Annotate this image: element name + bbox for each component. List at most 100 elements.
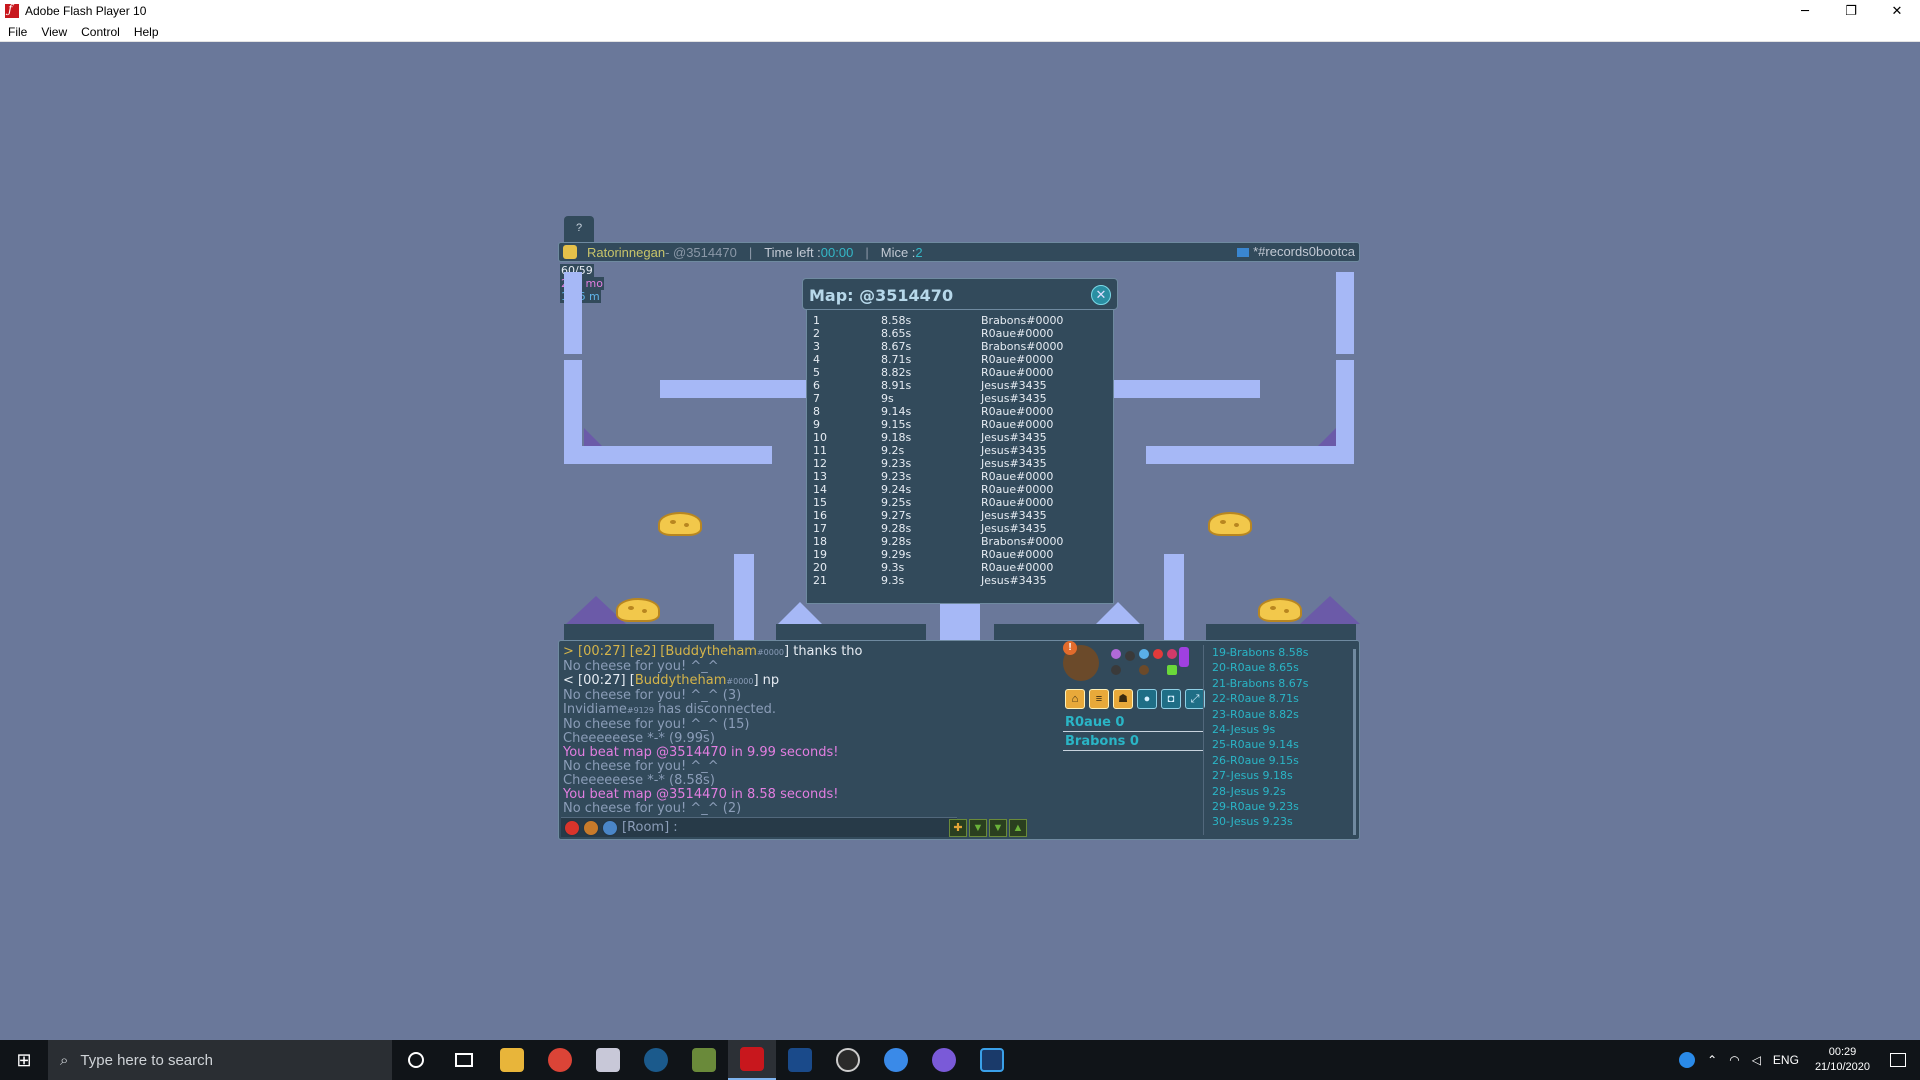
list-icon[interactable]: ≡ [1089,689,1109,709]
score-entry: 30-Jesus 9.23s [1212,815,1293,829]
record-time: 9.27s [881,509,912,522]
chat-icon[interactable]: ● [1137,689,1157,709]
tribe-icon[interactable]: ☗ [1113,689,1133,709]
arrow-down-icon[interactable]: ▼ [969,819,987,837]
app-16-icon[interactable] [776,1040,824,1080]
time-left-label: Time left : [764,244,821,260]
platform [1164,554,1184,640]
chat-message: No cheese for you! ^_^ [563,760,1053,774]
record-rank: 8 [813,405,820,418]
app-v-icon[interactable] [968,1040,1016,1080]
fullscreen-icon[interactable]: ⤢ [1185,689,1205,709]
cheese-icon [1258,598,1302,622]
record-row: 6 8.91s Jesus#3435 [813,379,1113,392]
record-time: 9.28s [881,522,912,535]
clock[interactable]: 00:29 21/10/2020 [1815,1045,1870,1075]
help-icon[interactable] [1679,1052,1696,1068]
app-icon[interactable] [584,1040,632,1080]
plus-icon [1167,665,1177,675]
platform [660,380,806,398]
window-title: Adobe Flash Player 10 [25,4,147,18]
menu-bar: File View Control Help [0,22,1920,42]
chat-text: You beat map @3514470 in 9.99 seconds! [563,745,839,760]
score-entry: 26-R0aue 9.15s [1212,753,1299,767]
record-player: R0aue#0000 [981,470,1054,483]
chat-text: ] thanks tho [784,644,863,659]
record-time: 9.25s [881,496,912,509]
notification-icon[interactable] [1890,1053,1906,1067]
home-icon[interactable] [602,819,618,836]
close-button[interactable]: ✕ [1874,0,1920,22]
record-rank: 18 [813,535,827,548]
chat-input[interactable]: [Room] : [622,820,678,835]
item-icon [1167,649,1177,659]
taskbar-search[interactable]: ⌕ Type here to search [48,1040,392,1080]
chat-text: No cheese for you! ^_^ [563,759,719,774]
file-explorer-icon[interactable] [488,1040,536,1080]
map-creator[interactable]: Ratorinnegan [587,245,665,260]
ramp [1318,428,1336,446]
team-score: Brabons 0 [1063,734,1203,751]
chat-text: Invidiame [563,702,627,717]
chat-text: (9.99s) [669,731,715,746]
map-code: - @3514470 [665,244,737,260]
record-row: 3 8.67s Brabons#0000 [813,340,1113,353]
language-indicator[interactable]: ENG [1773,1053,1799,1067]
steam-icon[interactable] [632,1040,680,1080]
alert-icon[interactable]: ! [1063,641,1077,655]
app-purple-icon[interactable] [920,1040,968,1080]
cheese-icon [616,598,660,622]
lock-icon[interactable] [563,245,577,259]
minimize-button[interactable]: ─ [1782,0,1828,22]
help-tab[interactable]: ? [564,216,594,242]
menu-file[interactable]: File [8,25,27,39]
tool-buttons: ⌂ ≡ ☗ ● ◘ ⤢ [1065,689,1209,709]
game-area[interactable]: ? Ratorinnegan - @3514470 | Time left : … [558,216,1360,842]
plus-icon[interactable]: ✚ [949,819,967,837]
windows-start-icon[interactable]: ⊞ [0,1040,48,1080]
record-time: 9.28s [881,535,912,548]
chat-message: Cheeeeeese *-* (9.99s) [563,732,1053,746]
record-time: 9.23s [881,470,912,483]
app-blue-icon[interactable] [872,1040,920,1080]
menu-help[interactable]: Help [134,25,159,39]
team-scores: R0aue 0 Brabons 0 [1063,715,1203,753]
menu-view[interactable]: View [41,25,67,39]
record-row: 8 9.14s R0aue#0000 [813,405,1113,418]
record-time: 9.3s [881,561,905,574]
record-player: R0aue#0000 [981,496,1054,509]
record-rank: 19 [813,548,827,561]
chevron-up-icon[interactable]: ⌃ [1707,1053,1717,1067]
record-player: R0aue#0000 [981,561,1054,574]
game-top-bar: Ratorinnegan - @3514470 | Time left : 00… [558,242,1360,262]
arrow-up-icon[interactable]: ▲ [1009,819,1027,837]
volume-icon[interactable]: ◁ [1752,1053,1761,1067]
scrollbar[interactable] [1353,649,1356,835]
menu-control[interactable]: Control [81,25,120,39]
obs-icon[interactable] [824,1040,872,1080]
chat-message: Invidiame#9129 has disconnected. [563,703,1053,718]
restore-button[interactable]: ❐ [1828,0,1874,22]
record-row: 9 9.15s R0aue#0000 [813,418,1113,431]
chat-message: You beat map @3514470 in 9.99 seconds! [563,746,1053,760]
score-entry: 21-Brabons 8.67s [1212,676,1309,690]
cortana-icon[interactable] [392,1040,440,1080]
flash-player-icon[interactable] [728,1040,776,1080]
chrome-icon[interactable] [536,1040,584,1080]
chat-text: > [00:27] [e2] [ [563,644,666,659]
record-rank: 16 [813,509,827,522]
task-view-icon[interactable] [440,1040,488,1080]
discord-icon[interactable]: ◘ [1161,689,1181,709]
heart-icon[interactable] [564,819,580,836]
room-name[interactable]: *#records0bootca [1237,244,1355,259]
record-player: R0aue#0000 [981,353,1054,366]
record-time: 8.67s [881,340,912,353]
shop-icon[interactable]: ⌂ [1065,689,1085,709]
record-time: 8.65s [881,327,912,340]
minecraft-icon[interactable] [680,1040,728,1080]
network-icon[interactable]: ◠ [1729,1053,1739,1067]
close-icon[interactable]: ✕ [1091,285,1111,305]
record-row: 5 8.82s R0aue#0000 [813,366,1113,379]
arrow-down-icon[interactable]: ▼ [989,819,1007,837]
shield-icon[interactable] [583,819,599,836]
